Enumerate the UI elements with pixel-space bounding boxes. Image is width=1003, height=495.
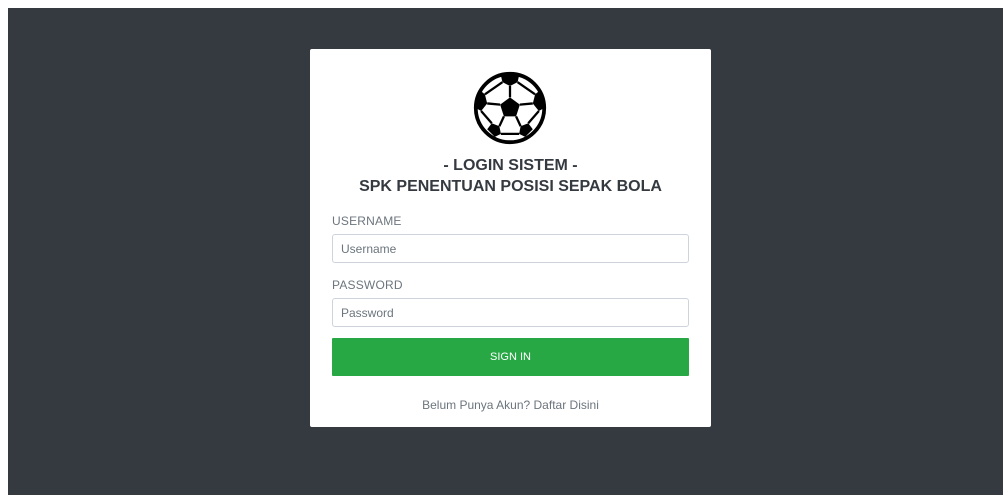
password-input[interactable] (332, 298, 689, 327)
register-link[interactable]: Belum Punya Akun? Daftar Disini (310, 398, 711, 412)
app-subtitle: SPK PENENTUAN POSISI SEPAK BOLA (359, 178, 662, 195)
username-label: USERNAME (332, 214, 402, 228)
sign-in-button[interactable]: SIGN IN (332, 338, 689, 376)
username-input[interactable] (332, 234, 689, 263)
password-label: PASSWORD (332, 278, 403, 292)
soccer-ball-icon (473, 71, 547, 145)
login-title: - LOGIN SISTEM - (443, 157, 578, 174)
login-card: - LOGIN SISTEM - SPK PENENTUAN POSISI SE… (310, 49, 711, 427)
page-background: - LOGIN SISTEM - SPK PENENTUAN POSISI SE… (8, 8, 1003, 495)
